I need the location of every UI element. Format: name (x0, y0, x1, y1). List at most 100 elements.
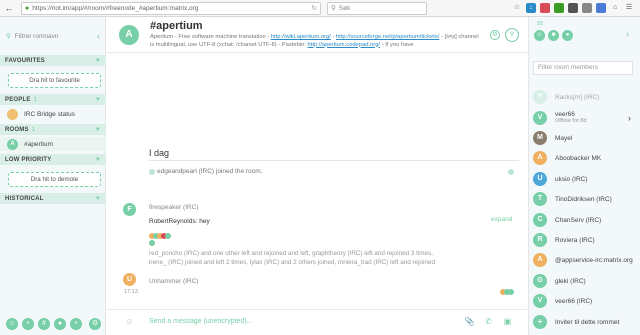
avatar: M (533, 131, 547, 145)
member-item[interactable]: Ggleki (IRC) (533, 271, 640, 291)
settings-icon[interactable]: ⚙ (89, 318, 101, 330)
home-icon[interactable]: ⌂ (610, 3, 620, 13)
member-filter-input[interactable]: Filter room members (533, 61, 633, 75)
chevron-down-icon: ▼ (94, 57, 101, 64)
section-people[interactable]: PEOPLE 1 ▼ (0, 94, 106, 105)
lock-icon: ● (25, 4, 30, 12)
member-status: Offline for 8d (555, 118, 587, 124)
member-item[interactable]: T TinoDidriksen (IRC) (533, 189, 640, 209)
chevron-right-icon[interactable]: › (628, 113, 631, 123)
join-icon (149, 169, 155, 175)
explore-rooms-icon[interactable]: # (38, 318, 50, 330)
room-avatar[interactable]: A (119, 25, 139, 45)
translate-icon[interactable] (596, 3, 606, 13)
chevron-down-icon: ▼ (94, 195, 101, 202)
member-item[interactable]: M Mayel (533, 128, 640, 148)
avatar: R (533, 90, 547, 104)
member-item[interactable]: Vveer66 Offline for 8d › (533, 108, 640, 128)
member-item[interactable]: A @appservice-irc:matrix.org (533, 250, 640, 270)
topic-link[interactable]: http://apertium.codepad.org/ (308, 42, 381, 48)
sender-name[interactable]: Unhammer (IRC) (149, 278, 198, 285)
avatar: V (533, 111, 547, 125)
section-low-priority[interactable]: LOW PRIORITY ▼ (0, 154, 106, 165)
avatar[interactable]: U (123, 273, 136, 286)
avatar-small (149, 240, 155, 246)
member-item[interactable]: A Aboobacker MK (533, 148, 640, 168)
room-item-apertium[interactable]: A #apertium (0, 137, 106, 151)
member-item[interactable]: Uuksio (IRC) (533, 169, 640, 189)
section-historical[interactable]: HISTORICAL ▼ (0, 193, 106, 204)
section-favourites[interactable]: FAVOURITES ▼ (0, 55, 106, 66)
member-name: gleki (IRC) (555, 277, 586, 285)
read-receipt (508, 169, 514, 175)
divider (149, 160, 519, 161)
member-name: TinoDidriksen (IRC) (555, 195, 612, 203)
member-item[interactable]: C ChanServ (IRC) (533, 210, 640, 230)
member-name: Racks[m] (IRC) (555, 93, 600, 101)
members-tab-icon[interactable]: ☺ (534, 30, 545, 41)
room-view: A #apertium Apertium - Free software mac… (107, 17, 527, 335)
download-icon[interactable]: ↓ (526, 3, 536, 13)
room-name[interactable]: #apertium (150, 20, 203, 32)
add-icon[interactable]: + (70, 318, 82, 330)
start-chat-icon[interactable]: ☺ (6, 318, 18, 330)
extension-icon[interactable] (554, 3, 564, 13)
member-name: veer66 (IRC) (555, 297, 593, 305)
room-item-irc-bridge-status[interactable]: IRC Bridge status (0, 107, 106, 121)
extension-icon[interactable] (568, 3, 578, 13)
member-item[interactable]: R Roviera (IRC) (533, 230, 640, 250)
back-icon[interactable]: ← (3, 2, 15, 14)
member-name: Mayel (555, 134, 573, 142)
voice-call-icon[interactable]: ✆ (482, 315, 495, 328)
search-icon: ⚲ (331, 5, 336, 12)
member-name: uksio (IRC) (555, 175, 588, 183)
reload-icon[interactable]: ↻ (312, 4, 317, 12)
read-receipt (508, 289, 514, 295)
topic-link[interactable]: http://wiki.apertium.org/ (271, 34, 331, 40)
member-list-panel: 55 ☺ ■ ● › Filter room members R Racks[m]… (528, 17, 640, 335)
create-room-icon[interactable]: + (22, 318, 34, 330)
files-tab-icon[interactable]: ■ (548, 30, 559, 41)
membership-summary: red_poncho (IRC) and one other left and … (149, 250, 435, 266)
expand-link[interactable]: expand (491, 216, 512, 223)
join-event: edgeandpearl (IRC) joined the room. (157, 168, 263, 175)
extension-icon[interactable] (582, 3, 592, 13)
groups-icon[interactable]: ● (54, 318, 66, 330)
people-count: 1 (33, 96, 38, 103)
avatar-small (165, 233, 171, 239)
upload-icon[interactable]: 📎 (463, 315, 476, 328)
avatar: G (533, 274, 547, 288)
room-settings-icon[interactable]: ⚙ (490, 30, 500, 40)
avatar: A (533, 253, 547, 267)
member-item[interactable]: Vveer66 (IRC) (533, 291, 640, 311)
favourite-dropzone[interactable]: Dra hit to favourite (8, 73, 101, 88)
collapse-panel-icon[interactable]: ‹ (97, 31, 100, 41)
member-name: Roviera (IRC) (555, 236, 595, 244)
address-bar[interactable]: ● https://riot.im/app/#/room/#freenode_#… (21, 1, 321, 15)
member-name: ChanServ (IRC) (555, 216, 602, 224)
message-composer: ☺ Send a message (unencrypted)... 📎 ✆ ▣ (107, 309, 527, 335)
message-timestamp: 17:13 (124, 289, 138, 295)
user-avatar-icon: ☺ (125, 317, 134, 326)
chevron-down-icon: ▼ (94, 96, 101, 103)
video-call-icon[interactable]: ▣ (501, 315, 514, 328)
left-bottom-bar: ☺ + # ● + ⚙ (0, 313, 106, 335)
notifications-tab-icon[interactable]: ● (562, 30, 573, 41)
date-separator: I dag (149, 148, 170, 158)
avatar: R (533, 233, 547, 247)
bookmark-star-icon[interactable]: ☆ (512, 3, 522, 13)
invite-button[interactable]: + Inviter til dette rommet (533, 313, 640, 331)
sender-name[interactable]: firespeaker (IRC) (149, 204, 198, 211)
low-priority-dropzone[interactable]: Dra hit to demote (8, 172, 101, 187)
member-item[interactable]: R Racks[m] (IRC) (533, 87, 640, 107)
message-input[interactable]: Send a message (unencrypted)... (149, 318, 253, 325)
search-icon[interactable]: ⚲ (505, 28, 519, 42)
menu-icon[interactable]: ☰ (624, 3, 634, 13)
room-filter[interactable]: ⚲ Filtrer romnavn ‹ (6, 30, 100, 42)
avatar[interactable]: F (123, 203, 136, 216)
section-rooms[interactable]: ROOMS 1 ▼ (0, 124, 106, 135)
collapse-panel-icon[interactable]: › (626, 29, 629, 39)
topic-link[interactable]: http://sourceforge.net/p/apertium/ticket… (336, 34, 439, 40)
browser-search-input[interactable]: ⚲ Søk (327, 1, 427, 15)
pocket-icon[interactable] (540, 3, 550, 13)
